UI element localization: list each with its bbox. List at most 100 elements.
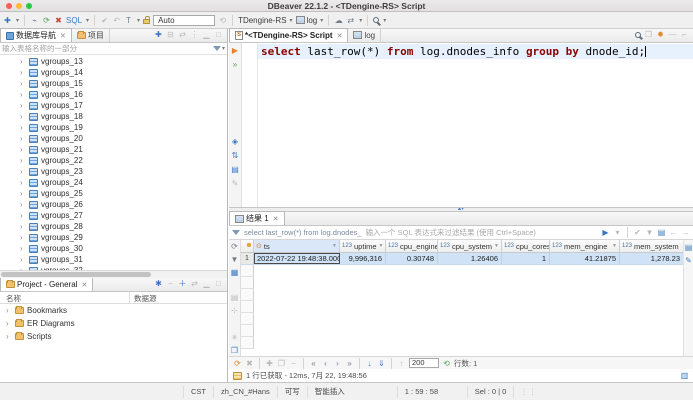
tab-results-1[interactable]: 结果 1 ✕ [229,211,285,225]
filter-placeholder[interactable]: 输入一个 SQL 表达式来过滤结果 (使用 Ctrl+Space) [366,227,597,238]
chevron-right-icon[interactable]: › [20,90,26,99]
tab-sql-script[interactable]: *<TDengine-RS> Script ✕ [229,28,348,42]
chevron-down-icon[interactable]: ▾ [383,17,386,24]
schema-selector[interactable]: log ▾ [296,16,324,25]
transaction-mode-icon[interactable]: T [124,15,133,26]
chevron-right-icon[interactable]: › [20,68,26,77]
tab-database-navigator[interactable]: 数据库导航 ✕ [0,28,72,42]
view-menu-icon[interactable]: ⋮ [190,29,199,40]
column-header-mem-system[interactable]: 123 mem_system [620,240,683,252]
project-item-er-diagrams[interactable]: ›ER Diagrams [0,317,227,330]
minimize-panel-icon[interactable]: — [668,29,677,40]
collapse-all-icon[interactable]: − [166,278,175,289]
tab-log-database[interactable]: log [348,28,381,42]
tree-item-vgroups-16[interactable]: ›vgroups_16 [0,89,227,100]
connection-selector[interactable]: TDengine-RS ▾ [238,16,292,25]
tree-item-vgroups-17[interactable]: ›vgroups_17 [0,100,227,111]
fetch-all-icon[interactable]: ⇓ [377,358,386,369]
collapse-all-icon[interactable]: ⊟ [166,29,175,40]
new-script-icon[interactable]: ✎ [231,178,240,189]
lock-icon[interactable] [143,19,150,24]
explain-plan-icon[interactable]: ◈ [231,136,240,147]
execute-script-icon[interactable]: » [231,59,240,70]
tree-item-vgroups-24[interactable]: ›vgroups_24 [0,177,227,188]
text-view-icon[interactable]: ▤ [230,292,239,303]
chevron-right-icon[interactable]: › [20,255,26,264]
chevron-down-icon[interactable]: ▾ [137,17,140,24]
chevron-right-icon[interactable]: › [20,244,26,253]
cell-cpu-cores[interactable]: 1 [502,253,550,264]
chevron-right-icon[interactable]: › [20,57,26,66]
sql-editor[interactable]: ▶ » ◈ ⇅ ▤ ✎ select last_row(*) from log.… [229,43,693,208]
chevron-right-icon[interactable]: › [20,178,26,187]
sql-current-line[interactable]: select last_row(*) from log.dnodes_info … [258,44,693,59]
maximize-panel-icon[interactable]: ⌐ [680,29,689,40]
cell-cpu-engine[interactable]: 0.30748 [386,253,438,264]
cloud-icon[interactable]: ☁ [334,15,343,26]
export-icon[interactable]: ↑ [397,358,406,369]
close-icon[interactable]: ✕ [60,32,66,40]
refresh-icon[interactable]: ⟲ [218,15,227,26]
filter-settings-icon[interactable]: ▼ [645,227,654,238]
link-editor-icon[interactable]: ⇄ [190,278,199,289]
next-page-icon[interactable]: › [333,358,342,369]
maximize-panel-icon[interactable]: □ [214,278,223,289]
load-sql-icon[interactable]: ⇅ [231,150,240,161]
chevron-right-icon[interactable]: › [20,189,26,198]
tree-item-vgroups-25[interactable]: ›vgroups_25 [0,188,227,199]
chevron-right-icon[interactable]: › [20,79,26,88]
column-header-cpu-engine[interactable]: 123 cpu_engine ▼ [386,240,438,252]
search-icon[interactable] [373,17,379,23]
horizontal-scrollbar[interactable] [0,270,227,278]
chevron-right-icon[interactable]: › [20,112,26,121]
chevron-right-icon[interactable]: › [20,167,26,176]
output-panel-icon[interactable]: ▤ [231,164,240,175]
auto-refresh-icon[interactable]: ⟲ [442,358,451,369]
tree-item-vgroups-29[interactable]: ›vgroups_29 [0,232,227,243]
project-item-bookmarks[interactable]: ›Bookmarks [0,304,227,317]
search-icon[interactable] [635,32,641,38]
maximize-panel-icon[interactable]: □ [214,29,223,40]
tree-item-vgroups-18[interactable]: ›vgroups_18 [0,111,227,122]
grid-view-icon[interactable]: ▦ [230,267,239,278]
tree-item-vgroups-31[interactable]: ›vgroups_31 [0,254,227,265]
cell-mem-system[interactable]: 1,278.23 [620,253,683,264]
expand-all-icon[interactable]: ＋ [178,278,187,289]
sort-filter-icon[interactable]: ▼ [379,243,384,249]
close-icon[interactable]: ✕ [273,215,279,223]
write-mode-label[interactable]: 可写 [278,386,308,398]
tree-item-vgroups-22[interactable]: ›vgroups_22 [0,155,227,166]
fetch-size-input[interactable]: 200 [409,358,439,368]
tree-item-vgroups-13[interactable]: ›vgroups_13 [0,56,227,67]
tab-project-general[interactable]: Project - General ✕ [0,277,93,291]
chevron-right-icon[interactable]: › [20,145,26,154]
close-icon[interactable]: ✕ [81,281,87,289]
sort-filter-icon[interactable]: ▼ [494,243,499,249]
filter-query-text[interactable]: select last_row(*) from log.dnodes_ [244,228,362,237]
tree-item-vgroups-26[interactable]: ›vgroups_26 [0,199,227,210]
table-filter-input[interactable] [2,44,213,53]
save-filter-icon[interactable]: ✔ [633,227,642,238]
caret-position-label[interactable]: 1 : 59 : 58 [398,386,468,398]
chevron-right-icon[interactable]: › [20,211,26,220]
disconnect-icon[interactable]: ✖ [54,15,63,26]
chevron-down-icon[interactable]: ▾ [222,45,225,52]
tab-projects[interactable]: 项目 [72,28,110,42]
chevron-right-icon[interactable]: › [6,319,12,328]
add-row-icon[interactable]: ✚ [265,358,274,369]
settings-icon[interactable]: ✱ [154,278,163,289]
cell-uptime[interactable]: 9,996,316 [340,253,386,264]
cancel-icon[interactable]: ✖ [245,358,254,369]
tree-item-vgroups-19[interactable]: ›vgroups_19 [0,122,227,133]
open-panel-icon[interactable]: ❐ [230,345,239,356]
bug-icon[interactable]: ✹ [656,29,665,40]
filter-icon[interactable] [213,46,221,51]
tree-item-vgroups-20[interactable]: ›vgroups_20 [0,133,227,144]
sql-text-area[interactable]: select last_row(*) from log.dnodes_info … [258,43,693,207]
zoom-icon[interactable]: ✳ [230,332,239,343]
chevron-right-icon[interactable]: › [20,101,26,110]
sort-filter-icon[interactable]: ▼ [332,243,337,249]
refresh-grid-icon[interactable]: ⟳ [230,241,239,252]
apply-filter-icon[interactable]: ▶ [601,227,610,238]
chevron-down-icon[interactable]: ▾ [16,17,19,24]
